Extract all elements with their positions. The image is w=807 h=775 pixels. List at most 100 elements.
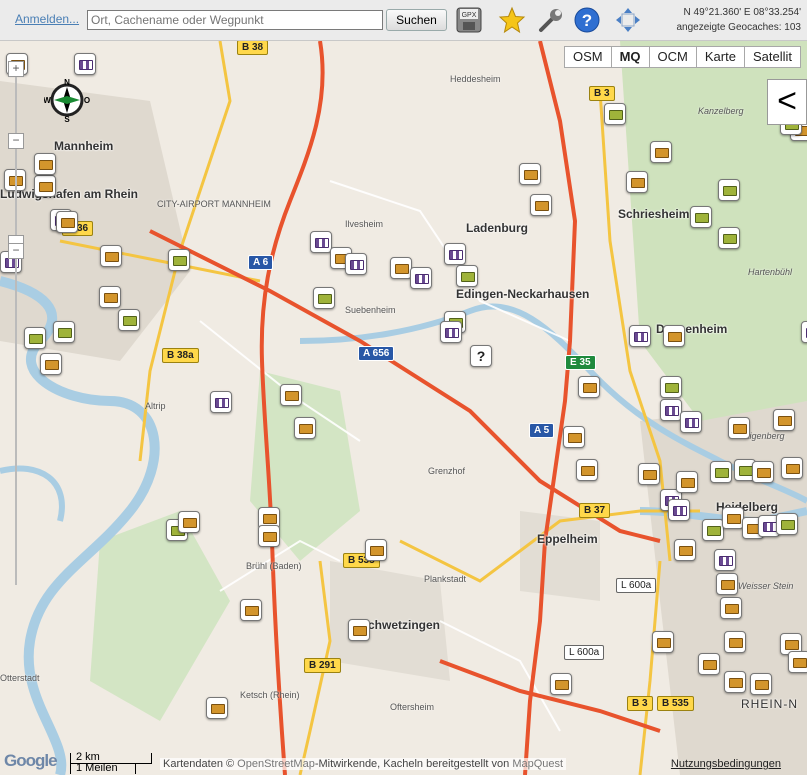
geocache-marker[interactable] — [750, 673, 772, 695]
geocache-marker[interactable] — [206, 697, 228, 719]
maptype-mq[interactable]: MQ — [610, 46, 650, 68]
osm-link[interactable]: OpenStreetMap — [237, 758, 315, 770]
geocache-marker[interactable] — [40, 353, 62, 375]
current-coordinates: N 49°21.360' E 08°33.254' — [683, 7, 801, 18]
help-icon[interactable]: ? — [573, 6, 601, 34]
geocache-marker[interactable] — [788, 651, 807, 673]
shown-cache-count: angezeigte Geocaches: 103 — [676, 22, 801, 33]
geocache-marker[interactable] — [626, 171, 648, 193]
geocache-marker[interactable] — [680, 411, 702, 433]
geocache-marker[interactable] — [718, 227, 740, 249]
geocache-marker[interactable] — [178, 511, 200, 533]
geocache-marker[interactable] — [456, 265, 478, 287]
geocache-marker[interactable] — [702, 519, 724, 541]
geocache-marker[interactable] — [280, 384, 302, 406]
geocache-marker[interactable] — [100, 245, 122, 267]
login-link[interactable]: Anmelden... — [15, 12, 79, 26]
search-button[interactable]: Suchen — [386, 9, 447, 31]
geocache-marker[interactable] — [99, 286, 121, 308]
geocache-marker[interactable] — [776, 513, 798, 535]
geocache-marker[interactable] — [663, 325, 685, 347]
geocache-marker[interactable] — [710, 461, 732, 483]
geocache-marker[interactable] — [258, 525, 280, 547]
zoom-out-button-upper[interactable]: − — [8, 133, 24, 149]
geocache-marker[interactable] — [652, 631, 674, 653]
geocache-marker[interactable] — [578, 376, 600, 398]
map-canvas[interactable]: Mannheim Ludwigshafen am Rhein Ladenburg… — [0, 41, 807, 775]
geocache-marker[interactable] — [604, 103, 626, 125]
geocache-marker[interactable] — [576, 459, 598, 481]
geocache-marker[interactable] — [698, 653, 720, 675]
geocache-marker[interactable] — [313, 287, 335, 309]
geocache-marker[interactable] — [728, 417, 750, 439]
terms-of-use-link[interactable]: Nutzungsbedingungen — [671, 758, 781, 770]
geocache-marker[interactable] — [724, 631, 746, 653]
geocache-marker[interactable] — [410, 267, 432, 289]
favorites-star-icon[interactable] — [498, 6, 526, 34]
geocache-marker[interactable] — [773, 409, 795, 431]
geocache-marker[interactable] — [650, 141, 672, 163]
mapquest-link[interactable]: MapQuest — [512, 758, 563, 770]
gpx-download-icon[interactable]: GPX — [455, 6, 483, 34]
search-input[interactable] — [87, 10, 383, 30]
fullscreen-icon[interactable] — [614, 6, 642, 34]
geocache-marker[interactable] — [660, 376, 682, 398]
geocache-marker[interactable] — [53, 321, 75, 343]
map-base-layer — [0, 41, 807, 775]
geocache-marker[interactable] — [801, 321, 807, 343]
geocache-marker[interactable] — [530, 194, 552, 216]
maptype-karte[interactable]: Karte — [695, 46, 745, 68]
geocache-marker[interactable] — [348, 619, 370, 641]
geocache-marker[interactable] — [722, 507, 744, 529]
geocache-marker[interactable] — [781, 457, 803, 479]
geocache-marker[interactable] — [210, 391, 232, 413]
geocache-marker[interactable] — [24, 327, 46, 349]
geocache-marker[interactable] — [752, 461, 774, 483]
place-label: Brühl (Baden) — [246, 561, 302, 571]
geocache-marker[interactable] — [724, 671, 746, 693]
geocache-marker[interactable] — [629, 325, 651, 347]
geocache-marker[interactable] — [34, 153, 56, 175]
geocache-marker[interactable] — [720, 597, 742, 619]
geocache-marker[interactable] — [716, 573, 738, 595]
road-shield: A 656 — [358, 346, 395, 361]
geocache-marker[interactable] — [563, 426, 585, 448]
geocache-marker[interactable] — [550, 673, 572, 695]
geocache-marker[interactable] — [676, 471, 698, 493]
geocache-marker[interactable] — [74, 53, 96, 75]
google-logo: Google — [4, 751, 58, 770]
scale-miles: 1 Meilen — [76, 762, 118, 774]
geocache-marker[interactable]: ? — [470, 345, 492, 367]
geocache-marker[interactable] — [345, 253, 367, 275]
town-label: Schriesheim — [618, 207, 690, 221]
geocache-marker[interactable] — [519, 163, 541, 185]
geocache-marker[interactable] — [294, 417, 316, 439]
geocache-marker[interactable] — [365, 539, 387, 561]
geocache-marker[interactable] — [674, 539, 696, 561]
geocache-marker[interactable] — [660, 399, 682, 421]
geocache-marker[interactable] — [118, 309, 140, 331]
road-shield: B 37 — [579, 503, 611, 518]
geocache-marker[interactable] — [390, 257, 412, 279]
settings-wrench-icon[interactable] — [537, 6, 565, 34]
place-label: Ilvesheim — [345, 219, 384, 229]
zoom-in-button[interactable]: + — [8, 61, 24, 77]
geocache-marker[interactable] — [56, 211, 78, 233]
geocache-marker[interactable] — [714, 549, 736, 571]
maptype-ocm[interactable]: OCM — [648, 46, 697, 68]
geocache-marker[interactable] — [310, 231, 332, 253]
geocache-marker[interactable] — [440, 321, 462, 343]
geocache-marker[interactable] — [690, 206, 712, 228]
zoom-out-button[interactable]: − — [8, 243, 24, 259]
compass-pan-control[interactable]: N W O S — [43, 77, 90, 124]
geocache-marker[interactable] — [444, 243, 466, 265]
maptype-osm[interactable]: OSM — [563, 46, 612, 68]
geocache-marker[interactable] — [240, 599, 262, 621]
maptype-satellit[interactable]: Satellit — [743, 46, 801, 68]
geocache-marker[interactable] — [34, 175, 56, 197]
collapse-panel-button[interactable]: < — [767, 79, 807, 125]
geocache-marker[interactable] — [718, 179, 740, 201]
geocache-marker[interactable] — [638, 463, 660, 485]
geocache-marker[interactable] — [168, 249, 190, 271]
geocache-marker[interactable] — [668, 499, 690, 521]
